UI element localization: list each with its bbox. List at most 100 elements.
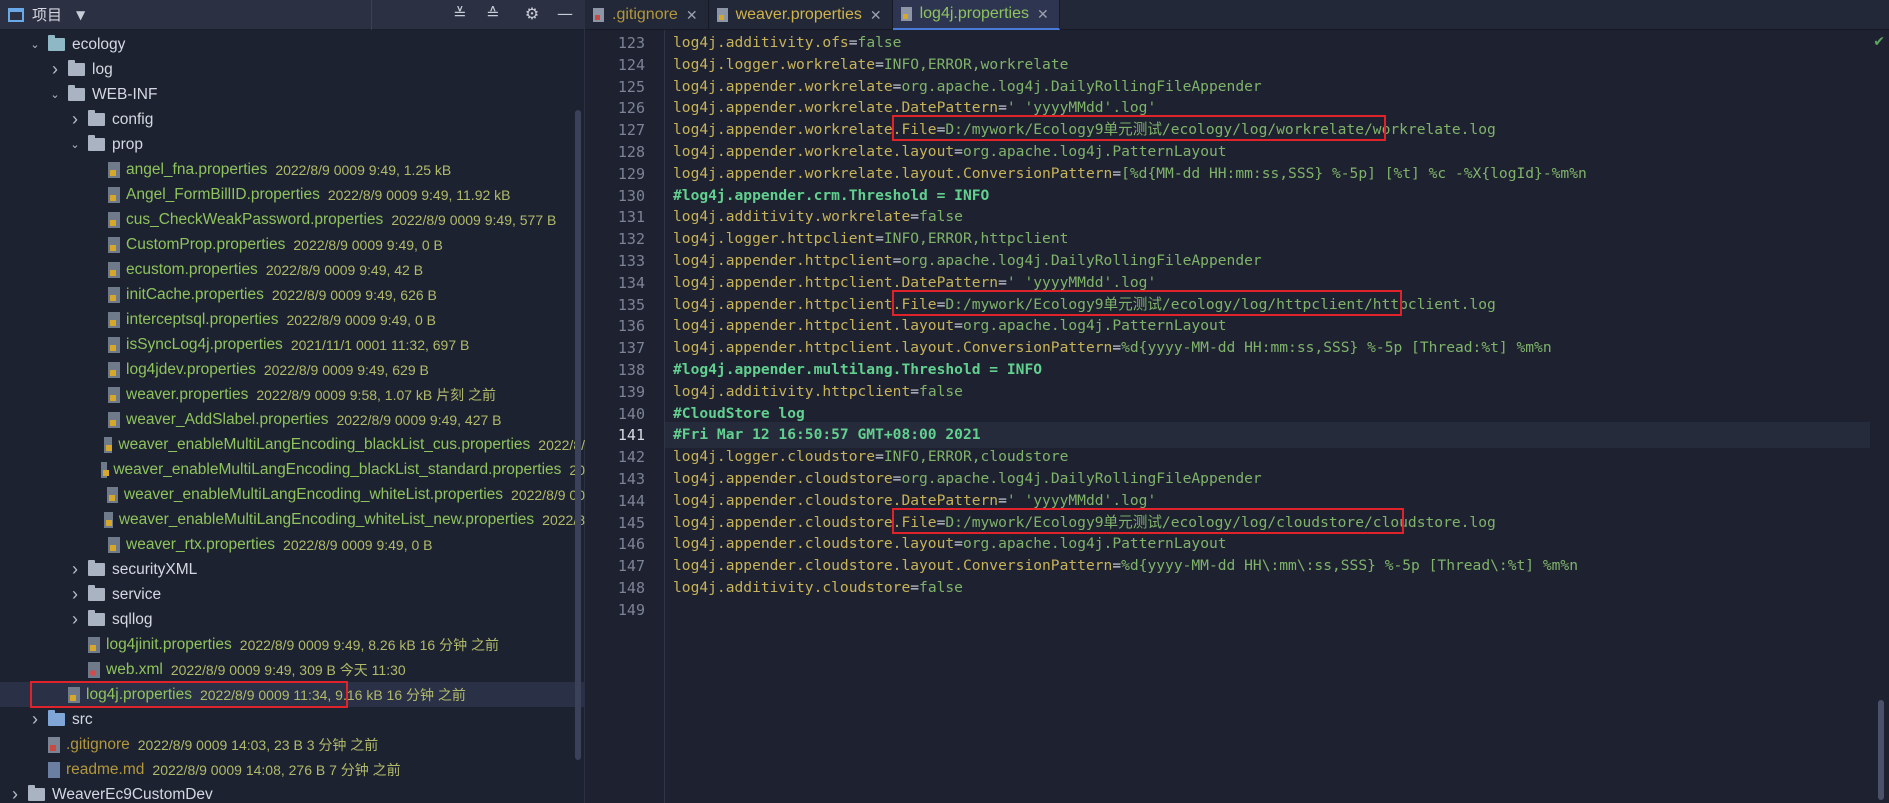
tree-item[interactable]: › securityXML [0,557,585,582]
chevron-down-icon[interactable]: ⌄ [28,38,42,51]
tree-item[interactable]: › config [0,107,585,132]
properties-file-icon [88,636,100,653]
tree-scrollbar[interactable] [575,110,581,760]
chevron-down-icon[interactable]: ⌄ [48,88,62,101]
project-title[interactable]: 项目 [32,4,62,25]
tree-item[interactable]: weaver_enableMultiLangEncoding_whiteList… [0,482,585,507]
tree-item-label: weaver_AddSlabel.properties [126,410,329,428]
tree-item-label: log4jinit.properties [106,635,232,653]
tree-item[interactable]: ecustom.properties 2022/8/9 0009 9:49, 42… [0,257,585,282]
tree-item[interactable]: .gitignore 2022/8/9 0009 14:03, 23 B 3 分钟… [0,732,585,757]
equals-sign: = [954,535,963,553]
collapse-all-icon[interactable]: ≙ [482,4,504,23]
expand-all-icon[interactable]: ≚ [449,4,471,23]
close-icon[interactable]: ✕ [870,7,882,24]
inspection-ok-icon[interactable]: ✔ [1873,34,1885,50]
tree-item-label: web.xml [106,660,163,678]
editor-scrollbar[interactable] [1878,700,1884,800]
properties-file-icon [106,486,118,503]
tree-item[interactable]: weaver_rtx.properties 2022/8/9 0009 9:49,… [0,532,585,557]
highlight-box [892,289,1402,316]
chevron-right-icon[interactable]: › [28,709,42,730]
tree-item-label: readme.md [66,760,145,778]
chevron-down-icon[interactable]: ▼ [76,8,85,22]
chevron-right-icon[interactable]: › [68,609,82,630]
editor-tab-bar: .gitignore ✕ weaver.properties ✕ log4j.prope… [585,0,1889,30]
tree-item-label: weaver_enableMultiLangEncoding_whiteList… [118,510,535,528]
tree-item[interactable]: readme.md 2022/8/9 0009 14:08, 276 B 7 分钟… [0,757,585,782]
tree-item[interactable]: CustomProp.properties 2022/8/9 0009 9:49,… [0,232,585,257]
tree-item-meta: 2022/8/9 0009 9:58, 1.07 kB 片刻 之前 [256,386,497,403]
editor-tab[interactable]: weaver.properties ✕ [709,0,893,30]
tree-item[interactable]: › WeaverEc9CustomDev [0,782,585,803]
xml-file-icon [88,661,100,678]
property-value: INFO,ERROR,httpclient [883,230,1069,248]
close-icon[interactable]: ✕ [686,7,698,24]
tree-item-label: log [92,60,113,78]
tree-item[interactable]: ⌄ prop [0,132,585,157]
tree-item-meta: 2022/8/9 0009 9:49, 577 B [391,211,557,228]
tree-item-meta: 2022/8/9 0009 14:08, 276 B 7 分钟 之前 [152,761,401,778]
folder-icon [48,35,65,51]
tree-item[interactable]: › service [0,582,585,607]
tree-item[interactable]: weaver_enableMultiLangEncoding_whiteList… [0,507,585,532]
project-icon [8,7,24,22]
tree-item-label: prop [112,135,144,153]
gear-icon[interactable]: ⚙ [521,4,543,23]
tree-item[interactable]: isSyncLog4j.properties 2021/11/1 0001 11:… [0,332,585,357]
properties-file-icon [108,236,120,253]
chevron-right-icon[interactable]: › [48,59,62,80]
tree-item[interactable]: cus_CheckWeakPassword.properties 2022/8/9… [0,207,585,232]
properties-file-icon [900,7,912,21]
chevron-right-icon[interactable]: › [68,584,82,605]
property-key: log4j.appender.httpclient.layout [673,317,955,335]
chevron-right-icon[interactable]: › [68,559,82,580]
editor-tab[interactable]: log4j.properties ✕ [892,0,1060,30]
tree-item[interactable]: initCache.properties 2022/8/9 0009 9:49, … [0,282,585,307]
tree-item-meta: 2022/8/9 00 [511,486,585,503]
chevron-down-icon[interactable]: ⌄ [68,138,82,151]
tree-item[interactable]: › src [0,707,585,732]
tree-item[interactable]: weaver_enableMultiLangEncoding_blackList… [0,432,585,457]
tree-item-meta: 2022/8/9 0009 9:49, 0 B [286,311,436,328]
chevron-right-icon[interactable]: › [68,109,82,130]
properties-file-icon [108,411,120,428]
code-line[interactable]: log4j.additivity.cloudstore=false [673,575,963,601]
property-key: log4j.appender.workrelate [673,77,893,95]
tree-item[interactable]: interceptsql.properties 2022/8/9 0009 9:4… [0,307,585,332]
property-key: log4j.additivity.httpclient [673,382,911,400]
minimize-icon[interactable]: — [554,4,576,23]
property-key: log4j.logger.httpclient [673,230,876,248]
folder-icon [88,585,105,601]
chevron-right-icon[interactable]: › [8,784,22,803]
tree-item-meta: 2022/8/9 0009 9:49, 11.92 kB [327,186,511,203]
property-value: false [919,382,963,400]
tree-item[interactable]: angel_fna.properties 2022/8/9 0009 9:49, … [0,157,585,182]
editor-tab[interactable]: .gitignore ✕ [585,0,709,30]
folder-icon [88,110,105,126]
code-editor[interactable]: log4j.additivity.ofs=false log4j.logger.w… [665,30,1870,803]
equals-sign: = [875,55,884,73]
tree-item[interactable]: weaver_enableMultiLangEncoding_blackList… [0,457,585,482]
tree-item-meta: 2022/8/9 0009 9:49, 427 B [336,411,502,428]
line-number-gutter: 123 124 125 126 127 128 129 130 131 132 133 134 135 1… [585,30,665,803]
tree-item[interactable]: Angel_FormBillID.properties 2022/8/9 0009… [0,182,585,207]
tree-item[interactable]: weaver_AddSlabel.properties 2022/8/9 0009… [0,407,585,432]
tree-item[interactable]: › log [0,57,585,82]
tree-item-meta: 2022/8/9 0009 9:49, 42 B [265,261,424,278]
tree-item[interactable]: web.xml 2022/8/9 0009 9:49, 309 B 今天 11:3… [0,657,585,682]
tree-item-label: weaver_enableMultiLangEncoding_blackList… [113,460,562,478]
tree-item[interactable]: › sqllog [0,607,585,632]
equals-sign: = [998,491,1007,509]
close-icon[interactable]: ✕ [1037,6,1049,23]
tree-item[interactable]: log4jdev.properties 2022/8/9 0009 9:49, 6… [0,357,585,382]
tree-item[interactable]: ⌄ WEB-INF [0,82,585,107]
tab-label: .gitignore [612,6,678,23]
property-key: log4j.additivity.ofs [673,34,849,51]
property-key: log4j.appender.cloudstore.layout [673,535,955,553]
tree-item[interactable]: log4jinit.properties 2022/8/9 0009 9:49, … [0,632,585,657]
tree-item-label: .gitignore [66,735,130,753]
tree-item[interactable]: weaver.properties 2022/8/9 0009 9:58, 1.0… [0,382,585,407]
property-value: org.apache.log4j.PatternLayout [962,143,1227,160]
tree-item[interactable]: ⌄ ecology [0,32,585,57]
